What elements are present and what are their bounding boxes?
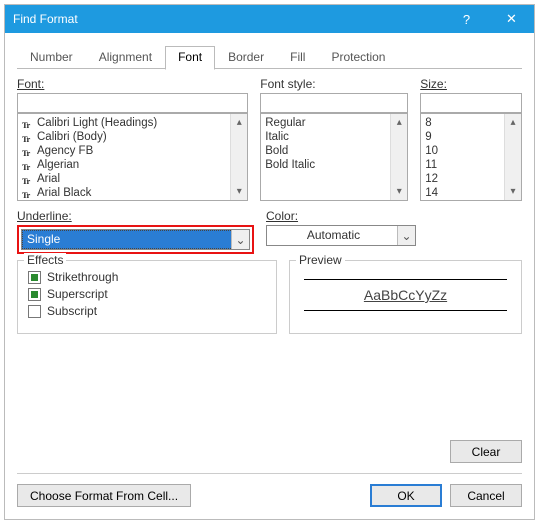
size-input[interactable]: [420, 93, 522, 113]
color-value: Automatic: [307, 228, 360, 242]
scroll-down-icon[interactable]: ▾: [505, 183, 521, 200]
tab-fill[interactable]: Fill: [277, 46, 318, 69]
list-item[interactable]: TrArial Black: [18, 186, 247, 200]
strikethrough-label: Strikethrough: [47, 270, 118, 284]
title-bar: Find Format ? ✕: [5, 5, 534, 33]
scrollbar[interactable]: ▴ ▾: [504, 114, 521, 200]
truetype-icon: Tr: [22, 146, 34, 156]
list-item[interactable]: Italic: [261, 130, 407, 144]
size-listbox[interactable]: 8 9 10 11 12 14 ▴ ▾: [420, 113, 522, 201]
clear-button[interactable]: Clear: [450, 440, 522, 463]
scroll-down-icon[interactable]: ▾: [231, 183, 247, 200]
color-combo[interactable]: Automatic ⌄: [266, 225, 416, 246]
scroll-up-icon[interactable]: ▴: [231, 114, 247, 131]
help-button[interactable]: ?: [444, 5, 489, 33]
list-item[interactable]: TrArial: [18, 172, 247, 186]
highlight-box: Single ⌄: [17, 225, 254, 254]
scroll-up-icon[interactable]: ▴: [391, 114, 407, 131]
preview-legend: Preview: [296, 253, 345, 267]
list-item[interactable]: TrCalibri Light (Headings): [18, 116, 247, 130]
close-button[interactable]: ✕: [489, 5, 534, 33]
effects-group: Effects Strikethrough Superscript Subscr…: [17, 260, 277, 334]
underline-label: Underline:: [17, 209, 254, 223]
cancel-button[interactable]: Cancel: [450, 484, 522, 507]
list-item[interactable]: TrAgency FB: [18, 144, 247, 158]
font-label: Font:: [17, 77, 248, 91]
underline-value: Single: [22, 230, 249, 249]
list-item[interactable]: TrCalibri (Body): [18, 130, 247, 144]
fontstyle-label: Font style:: [260, 77, 408, 91]
underline-combo[interactable]: Single ⌄: [21, 229, 250, 250]
chevron-down-icon[interactable]: ⌄: [397, 226, 415, 245]
fontstyle-listbox[interactable]: Regular Italic Bold Bold Italic ▴ ▾: [260, 113, 408, 201]
subscript-checkbox[interactable]: Subscript: [28, 304, 266, 318]
tab-protection[interactable]: Protection: [318, 46, 398, 69]
tab-alignment[interactable]: Alignment: [86, 46, 165, 69]
scrollbar[interactable]: ▴ ▾: [230, 114, 247, 200]
superscript-checkbox[interactable]: Superscript: [28, 287, 266, 301]
superscript-label: Superscript: [47, 287, 108, 301]
truetype-icon: Tr: [22, 118, 34, 128]
effects-legend: Effects: [24, 253, 66, 267]
list-item[interactable]: Bold Italic: [261, 158, 407, 172]
ok-button[interactable]: OK: [370, 484, 442, 507]
checkbox-icon: [28, 271, 41, 284]
scroll-up-icon[interactable]: ▴: [505, 114, 521, 131]
choose-format-button[interactable]: Choose Format From Cell...: [17, 484, 191, 507]
scroll-down-icon[interactable]: ▾: [391, 183, 407, 200]
list-item[interactable]: TrAlgerian: [18, 158, 247, 172]
strikethrough-checkbox[interactable]: Strikethrough: [28, 270, 266, 284]
tab-number[interactable]: Number: [17, 46, 86, 69]
preview-group: Preview AaBbCcYyZz: [289, 260, 522, 334]
checkbox-icon: [28, 288, 41, 301]
list-item[interactable]: Bold: [261, 144, 407, 158]
truetype-icon: Tr: [22, 188, 34, 198]
checkbox-icon: [28, 305, 41, 318]
truetype-icon: Tr: [22, 174, 34, 184]
subscript-label: Subscript: [47, 304, 97, 318]
fontstyle-input[interactable]: [260, 93, 408, 113]
truetype-icon: Tr: [22, 160, 34, 170]
preview-sample: AaBbCcYyZz: [364, 287, 447, 303]
scrollbar[interactable]: ▴ ▾: [390, 114, 407, 200]
window-title: Find Format: [13, 12, 444, 26]
tab-font[interactable]: Font: [165, 46, 215, 70]
font-listbox[interactable]: TrCalibri Light (Headings) TrCalibri (Bo…: [17, 113, 248, 201]
size-label: Size:: [420, 77, 522, 91]
tab-strip: Number Alignment Font Border Fill Protec…: [17, 45, 522, 69]
font-input[interactable]: [17, 93, 248, 113]
tab-border[interactable]: Border: [215, 46, 277, 69]
list-item[interactable]: Regular: [261, 116, 407, 130]
chevron-down-icon[interactable]: ⌄: [231, 230, 249, 249]
color-label: Color:: [266, 209, 522, 223]
truetype-icon: Tr: [22, 132, 34, 142]
